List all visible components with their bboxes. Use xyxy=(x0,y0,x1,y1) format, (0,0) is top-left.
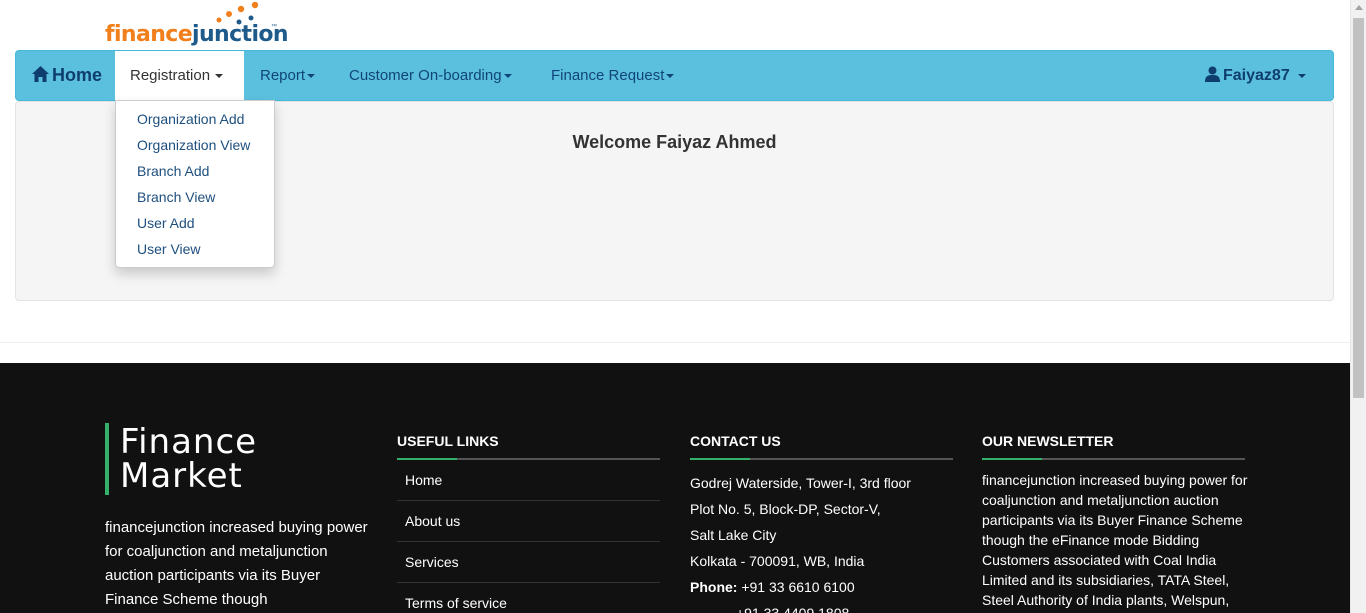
contact-phone: Phone: +91 33 6610 6100 xyxy=(690,579,855,595)
contact-title: CONTACT US xyxy=(690,433,781,449)
logo-trademark: ™ xyxy=(271,24,277,30)
nav-registration-label: Registration xyxy=(130,67,211,84)
home-icon xyxy=(32,66,49,82)
contact-phone-2: +91 33 4409 1808 xyxy=(736,605,850,613)
content-divider xyxy=(0,342,1350,343)
caret-down-icon xyxy=(307,74,316,79)
page: financejunction ™ Home Registration Repo… xyxy=(0,0,1366,613)
newsletter-title: OUR NEWSLETTER xyxy=(982,433,1114,449)
menu-item-organization-view[interactable]: Organization View xyxy=(137,137,250,153)
scroll-up-arrow-icon[interactable] xyxy=(1355,5,1363,10)
footer-about-text: financejunction increased buying power f… xyxy=(105,519,368,608)
phone-label: Phone: xyxy=(690,579,738,595)
registration-dropdown-menu: Organization Add Organization View Branc… xyxy=(115,100,275,268)
financejunction-logo[interactable]: financejunction ™ xyxy=(105,2,289,48)
brand-accent-bar xyxy=(105,423,109,495)
nav-onboarding-label: Customer On-boarding xyxy=(349,67,502,84)
nav-user-label: Faiyaz87 xyxy=(1223,67,1290,84)
nav-finance-request[interactable]: Finance Request xyxy=(551,51,675,100)
nav-user-menu[interactable]: Faiyaz87 xyxy=(1205,51,1306,100)
contact-address-line-4: Kolkata - 700091, WB, India xyxy=(690,553,865,569)
newsletter-text: financejunction increased buying power f… xyxy=(982,472,1248,608)
menu-item-branch-view[interactable]: Branch View xyxy=(137,189,215,205)
brand-line-2: Market xyxy=(120,456,243,496)
caret-down-icon xyxy=(666,74,675,79)
footer-link-about-us[interactable]: About us xyxy=(397,501,660,542)
phone-number: +91 33 6610 6100 xyxy=(741,579,855,595)
footer-brand: Finance Market xyxy=(120,425,257,493)
logo-part-finance: finance xyxy=(105,22,193,47)
contact-rule xyxy=(690,458,953,460)
useful-links-title: USEFUL LINKS xyxy=(397,433,499,449)
brand-line-1: Finance xyxy=(120,422,258,462)
contact-address-line-1: Godrej Waterside, Tower-I, 3rd floor xyxy=(690,475,911,491)
nav-report-label: Report xyxy=(260,67,306,84)
caret-down-icon xyxy=(215,74,224,79)
user-icon xyxy=(1205,66,1220,82)
menu-item-branch-add[interactable]: Branch Add xyxy=(137,163,209,179)
nav-registration[interactable]: Registration xyxy=(115,51,244,100)
footer-link-services[interactable]: Services xyxy=(397,542,660,583)
newsletter-rule xyxy=(982,458,1245,460)
footer: Finance Market financejunction increased… xyxy=(0,363,1350,613)
page-scrollbar[interactable] xyxy=(1350,0,1366,613)
main-navbar: Home Registration Report Customer On-boa… xyxy=(15,50,1334,101)
menu-item-user-view[interactable]: User View xyxy=(137,241,201,257)
caret-down-icon xyxy=(1297,73,1306,78)
menu-item-organization-add[interactable]: Organization Add xyxy=(137,111,244,127)
nav-home-label: Home xyxy=(52,65,103,85)
scrollbar-thumb[interactable] xyxy=(1353,18,1364,398)
footer-link-terms[interactable]: Terms of service xyxy=(397,583,660,613)
contact-address-line-2: Plot No. 5, Block-DP, Sector-V, xyxy=(690,501,881,517)
nav-home[interactable]: Home xyxy=(31,51,102,100)
footer-link-home[interactable]: Home xyxy=(397,460,660,501)
caret-down-icon xyxy=(503,74,512,79)
logo-wordmark: financejunction xyxy=(105,22,289,47)
nav-finance-request-label: Finance Request xyxy=(551,67,665,84)
contact-address-line-3: Salt Lake City xyxy=(690,527,777,543)
nav-customer-onboarding[interactable]: Customer On-boarding xyxy=(349,51,512,100)
nav-report[interactable]: Report xyxy=(260,51,316,100)
menu-item-user-add[interactable]: User Add xyxy=(137,215,195,231)
